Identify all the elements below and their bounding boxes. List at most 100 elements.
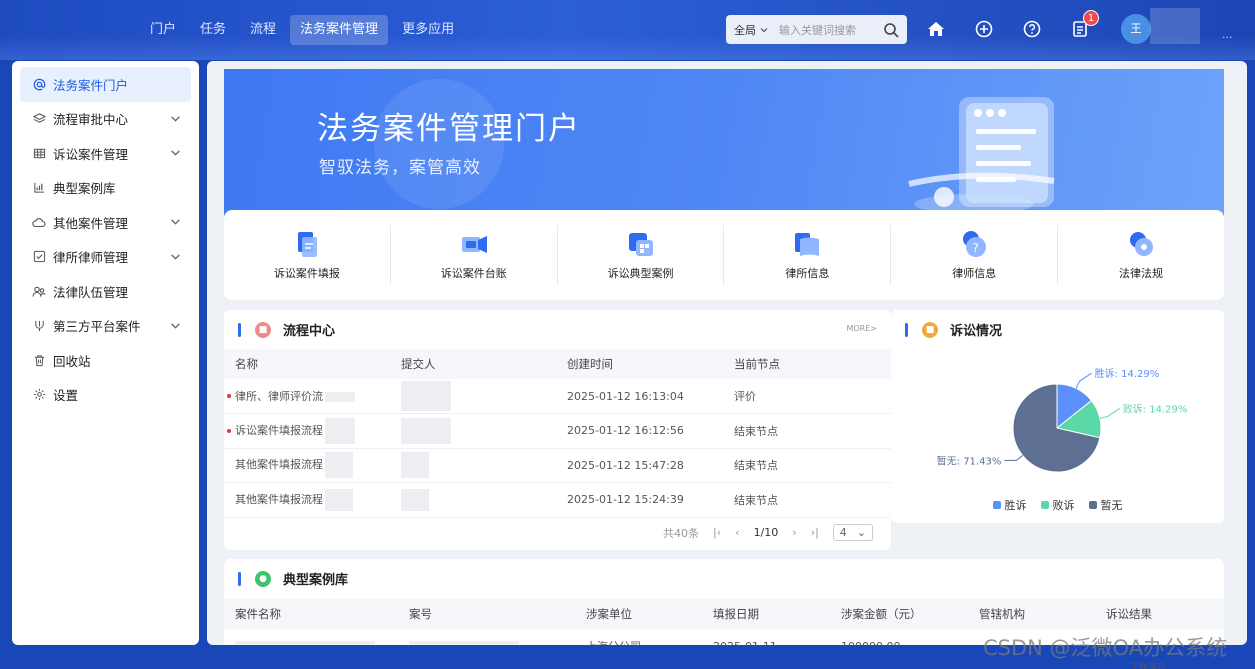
pie-label-win: 胜诉: 14.29%: [1095, 367, 1160, 380]
more-link[interactable]: MORE>: [846, 324, 877, 333]
quick-link-laws-regulations[interactable]: 法律法规: [1058, 225, 1224, 285]
column-header-jurisdiction: 管辖机构: [968, 599, 1095, 629]
file-edit-icon: [292, 229, 322, 259]
nav-workflow[interactable]: 流程: [240, 15, 286, 45]
redacted-text: [235, 640, 375, 645]
case-library-title: 典型案例库: [283, 573, 349, 588]
row-node: 评价: [723, 379, 891, 414]
legend-item-none[interactable]: 暂无: [1088, 497, 1123, 513]
row-created: 2025-01-12 15:24:39: [556, 482, 723, 518]
sidebar-item-other-cases[interactable]: 其他案件管理: [12, 205, 199, 240]
avatar[interactable]: 王: [1121, 14, 1151, 44]
prev-page-icon[interactable]: ‹: [735, 526, 739, 539]
quick-link-law-firm-info[interactable]: 律所信息: [724, 225, 892, 285]
main-content: 法务案件管理门户 智驭法务，案管高效 诉讼案件填报 诉讼案件台账 诉讼典型案例: [207, 61, 1247, 645]
pagination: 共40条 |‹ ‹ 1/10 › ›| 4 ⌄: [663, 524, 873, 541]
row-node: 结束节点: [723, 413, 891, 449]
quick-link-typical-cases[interactable]: 诉讼典型案例: [558, 225, 725, 285]
nav-portal[interactable]: 门户: [140, 15, 186, 45]
page-size-select[interactable]: 4 ⌄: [832, 524, 873, 541]
row-node: 结束节点: [723, 448, 891, 483]
legend-item-win[interactable]: 胜诉: [992, 497, 1027, 513]
quick-link-litigation-filing[interactable]: 诉讼案件填报: [224, 225, 391, 285]
message-icon[interactable]: 1: [1069, 10, 1099, 40]
redacted-text: [325, 392, 355, 402]
fork-icon: [32, 319, 46, 333]
team-icon: [32, 284, 46, 298]
sidebar-item-litigation-management[interactable]: 诉讼案件管理: [12, 136, 199, 171]
nav-tasks[interactable]: 任务: [190, 15, 236, 45]
unread-dot: [227, 394, 231, 398]
at-icon: [32, 77, 46, 91]
litigation-status-card: ■ 诉讼情况 胜诉: 14.29% 败诉: 14.29% 暂无: 71.43% 胜诉…: [891, 310, 1224, 523]
sidebar-item-label: 回收站: [53, 353, 91, 369]
sidebar-item-law-firms[interactable]: 律所律师管理: [12, 240, 199, 275]
sidebar-item-recycle-bin[interactable]: 回收站: [12, 343, 199, 378]
table-row[interactable]: 其他案件填报流程 2025-01-12 15:47:28 结束节点: [224, 448, 891, 483]
sidebar-item-label: 典型案例库: [53, 181, 116, 197]
legend-label: 暂无: [1100, 499, 1123, 512]
search-scope-dropdown[interactable]: 全局: [734, 22, 769, 38]
legend-label: 败诉: [1052, 499, 1075, 512]
sidebar-item-third-party-cases[interactable]: 第三方平台案件: [12, 309, 199, 344]
process-icon: ■: [255, 321, 271, 338]
pagination-total: 共40条: [663, 526, 700, 540]
row-name[interactable]: 其他案件填报流程: [235, 458, 323, 471]
sidebar-item-legal-portal[interactable]: 法务案件门户: [20, 67, 191, 102]
sidebar-item-typical-cases[interactable]: 典型案例库: [12, 171, 199, 206]
row-unit: 上海分公司: [575, 629, 702, 645]
column-header-name: 名称: [224, 349, 390, 379]
banner-title: 法务案件管理门户: [317, 111, 581, 147]
username-redacted: [1150, 8, 1200, 44]
chevron-down-icon: [171, 322, 180, 329]
quick-link-label: 律师信息: [952, 267, 997, 280]
column-header-result: 诉讼结果: [1095, 599, 1224, 629]
help-icon[interactable]: [1021, 18, 1043, 40]
legend-item-lose[interactable]: 败诉: [1040, 497, 1075, 513]
sidebar-item-label: 设置: [53, 388, 79, 404]
next-page-icon[interactable]: ›: [792, 526, 796, 539]
banner-subtitle: 智驭法务，案管高效: [319, 158, 481, 178]
column-header-case-number: 案号: [398, 599, 575, 629]
user-more[interactable]: ...: [1222, 28, 1233, 41]
pie-label-line: [1004, 455, 1023, 461]
chevron-down-icon: ⌄: [856, 526, 866, 539]
pie-label-lose: 败诉: 14.29%: [1123, 402, 1188, 415]
sidebar-item-label: 第三方平台案件: [53, 319, 141, 335]
quick-link-litigation-ledger[interactable]: 诉讼案件台账: [391, 225, 558, 285]
row-name[interactable]: 其他案件填报流程: [235, 493, 323, 506]
sidebar-item-approval-center[interactable]: 流程审批中心: [12, 102, 199, 137]
svg-text:?: ?: [973, 241, 979, 255]
row-created: 2025-01-12 15:47:28: [556, 448, 723, 483]
litigation-pie-chart: 胜诉: 14.29% 败诉: 14.29% 暂无: 71.43%: [937, 367, 1188, 473]
chevron-down-icon: [760, 27, 768, 32]
sidebar-item-label: 其他案件管理: [53, 215, 129, 231]
table-row[interactable]: 律所、律师评价流 2025-01-12 16:13:04 评价: [224, 379, 891, 414]
home-icon[interactable]: [925, 18, 947, 40]
add-circle-icon[interactable]: [973, 18, 995, 40]
row-node: 结束节点: [723, 482, 891, 518]
first-page-icon[interactable]: |‹: [713, 526, 721, 539]
chevron-down-icon: [171, 115, 180, 122]
search-icon[interactable]: [883, 22, 899, 38]
table-header-row: 案件名称 案号 涉案单位 填报日期 涉案金额（元） 管辖机构 诉讼结果: [224, 599, 1224, 629]
quick-link-lawyer-info[interactable]: ? 律师信息: [891, 225, 1059, 285]
row-name[interactable]: 诉讼案件填报流程: [235, 424, 323, 437]
last-page-icon[interactable]: ›|: [811, 526, 819, 539]
sidebar-item-settings[interactable]: 设置: [12, 378, 199, 413]
nav-legal-case-management[interactable]: 法务案件管理: [290, 15, 389, 45]
table-row[interactable]: 诉讼案件填报流程 2025-01-12 16:12:56 结束节点: [224, 413, 891, 449]
row-date: 2025-01-11: [702, 629, 830, 645]
search-input[interactable]: 输入关键词搜索: [779, 22, 883, 38]
banner-illustration: [908, 97, 1055, 214]
nav-more-apps[interactable]: 更多应用: [392, 15, 464, 45]
section-accent-bar: [238, 571, 241, 586]
table-row[interactable]: 其他案件填报流程 2025-01-12 15:24:39 结束节点: [224, 482, 891, 518]
row-name[interactable]: 律所、律师评价流: [235, 390, 323, 403]
global-search[interactable]: 全局 输入关键词搜索: [726, 15, 907, 44]
column-header-unit: 涉案单位: [575, 599, 702, 629]
grid-case-icon: [626, 229, 656, 259]
row-created: 2025-01-12 16:12:56: [556, 413, 723, 449]
sidebar-item-legal-team[interactable]: 法律队伍管理: [12, 274, 199, 309]
quick-link-label: 诉讼案件填报: [273, 267, 340, 280]
